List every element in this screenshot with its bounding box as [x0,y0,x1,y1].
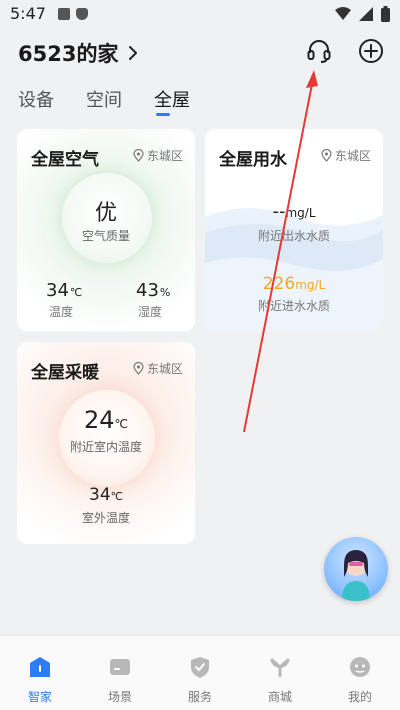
inlet-water-label: 附近进水水质 [257,299,330,313]
air-location-text: 东城区 [146,149,183,163]
signal-icon [359,7,373,21]
customer-service-button[interactable] [304,36,334,66]
outlet-water-value: --mg/L [272,201,316,222]
service-icon [187,654,213,680]
nav-item-mall[interactable]: 商城 [240,636,320,710]
home-selector[interactable]: 6523的家 [18,38,138,68]
outlet-water-label: 附近出水水质 [257,229,330,243]
nav-item-home[interactable]: 智家 [0,636,80,710]
assistant-avatar-icon [342,550,370,601]
heating-card-title: 全屋采暖 [31,363,99,383]
battery-icon [381,6,390,22]
water-card-title: 全屋用水 [219,150,287,170]
temperature-label: 温度 [49,305,74,319]
status-time: 5:47 [10,4,46,23]
home-name: 6523的家 [18,42,119,66]
nav-label-profile: 我的 [347,690,372,704]
air-quality-grade: 优 [94,201,117,226]
nav-label-service: 服务 [187,690,212,704]
nav-label-home: 智家 [27,690,52,704]
water-card[interactable]: 全屋用水 东城区 --mg/L 附近出水水质 226mg/L 附近进水水质 [205,129,383,331]
nav-item-profile[interactable]: 我的 [320,636,400,710]
nav-item-scene[interactable]: 场景 [80,636,160,710]
tab-spaces[interactable]: 空间 [86,86,122,118]
water-location-text: 东城区 [334,149,371,163]
profile-icon [347,654,373,680]
air-card[interactable]: 全屋空气 东城区 优 空气质量 34℃ 温度 43% 湿度 [17,129,195,331]
air-card-title: 全屋空气 [31,150,99,170]
humidity-value: 43% [136,280,171,301]
headset-icon [307,40,331,63]
nav-label-scene: 场景 [107,690,132,704]
location-pin-icon [133,149,144,162]
chevron-right-icon [129,46,138,60]
heating-card[interactable]: 全屋采暖 东城区 24℃ 附近室内温度 34℃ 室外温度 [17,342,195,544]
plus-circle-icon [359,39,383,63]
tab-devices[interactable]: 设备 [18,86,54,118]
scene-icon [107,654,133,680]
nav-label-mall: 商城 [267,690,292,704]
indoor-temp-value: 24℃ [83,406,129,434]
heating-card-location: 东城区 [133,360,183,377]
location-pin-icon [321,149,332,162]
water-card-location: 东城区 [321,147,371,164]
humidity-label: 湿度 [138,305,163,319]
assistant-avatar-button[interactable] [324,537,388,601]
status-bar: 5:47 [0,0,400,30]
air-card-location: 东城区 [133,147,183,164]
mall-icon [267,654,293,680]
top-tabs: 设备 空间 全屋 [18,86,190,118]
heating-location-text: 东城区 [146,362,183,376]
home-icon [27,654,53,680]
nav-item-service[interactable]: 服务 [160,636,240,710]
indoor-temp-label: 附近室内温度 [69,440,142,454]
air-quality-label: 空气质量 [81,229,130,243]
temperature-value: 34℃ [46,280,83,301]
add-button[interactable] [356,36,386,66]
location-pin-icon [133,362,144,375]
bottom-nav: 智家 场景 服务 商城 我的 [0,635,400,710]
inlet-water-value: 226mg/L [262,274,326,294]
outdoor-temp-label: 室外温度 [81,511,130,525]
notification-a-icon [58,8,70,20]
shield-notification-icon [76,8,88,20]
tab-whole-house[interactable]: 全屋 [154,86,190,118]
wifi-icon [335,7,351,20]
outdoor-temp-value: 34℃ [89,485,123,505]
